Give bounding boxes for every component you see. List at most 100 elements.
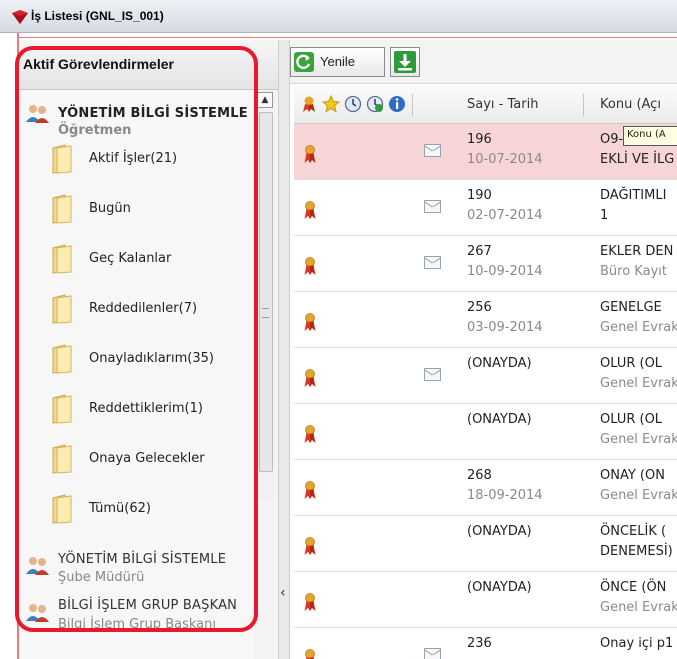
cell-konu: O9- [600,132,624,147]
folder-icon [52,294,72,324]
folder-icon [52,444,72,474]
folder-label: Onayladıklarım(35) [89,351,214,366]
table-row[interactable]: 256 03-09-2014 GENELGE Genel Evrak [294,292,677,348]
frame-line [17,37,677,38]
cell-konu: DAĞITIMLI [600,188,667,203]
ribbon-icon [304,257,316,275]
column-tooltip: Konu (A [623,126,677,146]
cell-sayi: 256 [467,300,492,315]
column-separator[interactable] [412,94,413,116]
folder-label: Onaya Gelecekler [89,451,205,466]
table-row[interactable]: 196 10-07-2014 O9- EKLİ VE İLG [294,124,677,180]
scroll-thumb[interactable] [259,112,273,472]
left-panel: Aktif Görevlendirmeler YÖNETİM BİLGİ SİS… [19,40,278,659]
folder-reddettiklerim[interactable]: Reddettiklerim(1) [51,394,251,426]
scroll-up-icon[interactable]: ▲ [257,92,273,108]
mail-icon [424,256,441,269]
info-icon[interactable] [388,95,406,113]
table-row[interactable]: (ONAYDA) OLUR (OL Genel Evrak [294,348,677,404]
clock-arrow-icon[interactable] [366,95,384,113]
cell-sayi: 268 [467,468,492,483]
toolbar: Yenile [290,40,677,84]
mail-icon [424,144,441,157]
cell-sayi: (ONAYDA) [467,356,532,371]
grid-header: Sayı - Tarih Konu (Açı [294,86,677,124]
table-row[interactable]: 268 18-09-2014 ONAY (ON Genel Evrak [294,460,677,516]
user-role: Öğretmen [58,123,132,138]
cell-tarih: 03-09-2014 [467,320,543,335]
folder-gec-kalanlar[interactable]: Geç Kalanlar [51,244,251,276]
table-row[interactable]: (ONAYDA) OLUR (OL Genel Evrak [294,404,677,460]
cell-konu-detail: Büro Kayıt [600,264,667,279]
cell-sayi: (ONAYDA) [467,524,532,539]
cell-konu-detail: Genel Evrak [600,432,677,447]
folder-icon [52,494,72,524]
column-separator[interactable] [583,94,584,116]
users-icon [26,557,49,575]
ribbon-icon [304,313,316,331]
cell-konu: EKLER DEN [600,244,674,259]
table-row[interactable]: (ONAYDA) ÖNCELİK (DENEMESİ) [294,516,677,572]
window-titlebar: İş Listesi (GNL_IS_001) [0,0,677,33]
cell-sayi: (ONAYDA) [467,412,532,427]
app-logo-icon [12,10,28,24]
ribbon-icon [304,593,316,611]
cell-konu-detail: Genel Evrak [600,600,677,615]
refresh-button[interactable]: Yenile [290,47,385,77]
mail-icon [424,648,441,659]
cell-tarih: 10-09-2014 [467,264,543,279]
cell-konu: Onay içi p1 [600,636,674,651]
user-name: YÖNETİM BİLGİ SİSTEMLE [58,552,227,567]
cell-konu-detail: Genel Evrak [600,488,677,503]
table-row[interactable]: (ONAYDA) ÖNCE (ÖN Genel Evrak [294,572,677,628]
folder-bugun[interactable]: Bugün [51,194,251,226]
cell-konu: OLUR (OL [600,412,663,427]
tree-user-node[interactable]: YÖNETİM BİLGİ SİSTEMLE Şube Müdürü [19,546,255,586]
tree-user-node[interactable]: YÖNETİM BİLGİ SİSTEMLE Öğretmen [19,100,255,140]
panel-title: Aktif Görevlendirmeler [23,56,174,72]
folder-tumu[interactable]: Tümü(62) [51,494,251,526]
collapse-left-icon[interactable]: ‹ [280,585,286,601]
cell-sayi: (ONAYDA) [467,580,532,595]
star-icon[interactable] [322,95,340,113]
mail-icon [424,368,441,381]
column-konu[interactable]: Konu (Açı [600,97,661,112]
cell-tarih: 10-07-2014 [467,152,543,167]
cell-konu-detail: Genel Evrak [600,320,677,335]
folder-label: Reddettiklerim(1) [89,401,203,416]
clock-icon[interactable] [344,95,362,113]
ribbon-icon[interactable] [300,95,318,113]
ribbon-icon [304,145,316,163]
work-list-grid: Sayı - Tarih Konu (Açı 196 10-07-2014 O9- E… [294,86,677,659]
ribbon-icon [304,425,316,443]
user-name: YÖNETİM BİLGİ SİSTEMLE [58,106,248,121]
folder-label: Geç Kalanlar [89,251,172,266]
cell-sayi: 236 [467,636,492,651]
mail-icon [424,200,441,213]
cell-konu-detail: Genel Evrak [600,376,677,391]
tree-user-node[interactable]: BİLGİ İŞLEM GRUP BAŞKAN Bilgi İşlem Grup… [19,596,255,636]
export-button[interactable] [390,47,420,77]
cell-sayi: 190 [467,188,492,203]
folder-onayladiklarim[interactable]: Onayladıklarım(35) [51,344,251,376]
panel-splitter[interactable]: ‹ [278,40,290,659]
table-row[interactable]: 190 02-07-2014 DAĞITIMLI 1 [294,180,677,236]
folder-onaya-gelecekler[interactable]: Onaya Gelecekler [51,444,251,476]
cell-konu: ÖNCELİK ( [600,524,667,539]
ribbon-icon [304,481,316,499]
folder-reddedilenler[interactable]: Reddedilenler(7) [51,294,251,326]
cell-tarih: 02-07-2014 [467,208,543,223]
cell-konu: ONAY (ON [600,468,665,483]
user-role: Bilgi İşlem Grup Başkanı [58,617,216,632]
column-sayi-tarih[interactable]: Sayı - Tarih [467,97,538,112]
assignment-tree: YÖNETİM BİLGİ SİSTEMLE Öğretmen Aktif İş… [19,90,255,659]
users-icon [26,105,49,123]
folder-aktif-isler[interactable]: Aktif İşler(21) [51,144,251,176]
cell-tarih: 18-09-2014 [467,488,543,503]
table-row[interactable]: 267 10-09-2014 EKLER DEN Büro Kayıt [294,236,677,292]
tree-scrollbar[interactable]: ▲ [255,90,275,500]
folder-icon [52,194,72,224]
cell-konu: ÖNCE (ÖN [600,580,667,595]
cell-konu: GENELGE [600,300,662,315]
table-row[interactable]: 236 Onay içi p1 [294,628,677,659]
